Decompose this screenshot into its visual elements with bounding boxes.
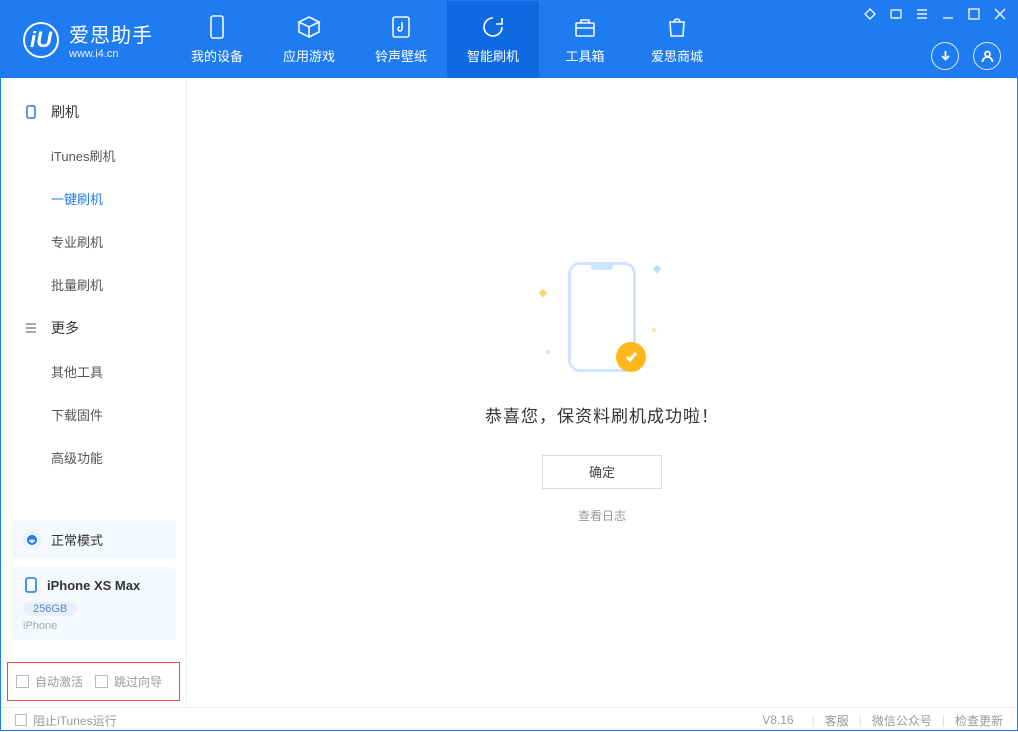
mode-icon — [23, 531, 41, 549]
main-content: 恭喜您，保资料刷机成功啦！ 确定 查看日志 — [187, 78, 1017, 707]
checkbox-auto-activate[interactable]: 自动激活 — [16, 673, 83, 690]
window-controls — [863, 7, 1007, 21]
sidebar-item-batch-flash[interactable]: 批量刷机 — [1, 263, 186, 306]
header-actions — [931, 42, 1001, 70]
success-message: 恭喜您，保资料刷机成功啦！ — [485, 402, 719, 427]
success-illustration — [552, 262, 652, 382]
device-name: iPhone XS Max — [47, 578, 140, 593]
checkbox-icon — [15, 714, 27, 726]
status-bar: 阻止iTunes运行 V8.16 | 客服 | 微信公众号 | 检查更新 — [1, 707, 1017, 732]
app-title: 爱思助手 — [69, 19, 153, 48]
tab-apps-games[interactable]: 应用游戏 — [263, 1, 355, 78]
sidebar-group-more[interactable]: 更多 — [1, 306, 186, 350]
close-icon[interactable] — [993, 7, 1007, 21]
checkbox-icon — [16, 675, 29, 688]
menu-icon[interactable] — [915, 7, 929, 21]
tab-my-device[interactable]: 我的设备 — [171, 1, 263, 78]
app-subtitle: www.i4.cn — [69, 48, 153, 60]
storage-badge: 256GB — [23, 602, 77, 616]
account-button[interactable] — [973, 42, 1001, 70]
device-mode-card[interactable]: 正常模式 — [11, 520, 176, 559]
minimize-icon[interactable] — [941, 7, 955, 21]
download-button[interactable] — [931, 42, 959, 70]
list-icon — [23, 320, 39, 336]
checkbox-icon — [95, 675, 108, 688]
flash-options-highlight: 自动激活 跳过向导 — [7, 662, 180, 701]
tab-smart-flash[interactable]: 智能刷机 — [447, 1, 539, 78]
refresh-icon — [480, 14, 506, 40]
mode-label: 正常模式 — [51, 530, 103, 549]
tab-store[interactable]: 爱思商城 — [631, 1, 723, 78]
sidebar-item-itunes-flash[interactable]: iTunes刷机 — [1, 134, 186, 177]
checkbox-block-itunes[interactable]: 阻止iTunes运行 — [15, 712, 117, 729]
sidebar-group-flash[interactable]: 刷机 — [1, 90, 186, 134]
skin-icon[interactable] — [863, 7, 877, 21]
feedback-icon[interactable] — [889, 7, 903, 21]
logo[interactable]: iU 爱思助手 www.i4.cn — [1, 19, 171, 60]
logo-icon: iU — [23, 22, 59, 58]
app-header: iU 爱思助手 www.i4.cn 我的设备 应用游戏 铃声壁纸 智能刷机 工具… — [1, 1, 1017, 78]
version-label: V8.16 — [762, 713, 793, 727]
view-log-link[interactable]: 查看日志 — [578, 507, 626, 524]
device-card[interactable]: iPhone XS Max 256GB iPhone — [11, 567, 176, 640]
maximize-icon[interactable] — [967, 7, 981, 21]
footer-link-check-update[interactable]: 检查更新 — [955, 712, 1003, 729]
check-badge-icon — [616, 342, 646, 372]
checkbox-skip-guide[interactable]: 跳过向导 — [95, 673, 162, 690]
device-type: iPhone — [23, 620, 164, 632]
device-icon — [204, 14, 230, 40]
bag-icon — [664, 14, 690, 40]
sidebar-item-advanced[interactable]: 高级功能 — [1, 436, 186, 479]
tab-toolbox[interactable]: 工具箱 — [539, 1, 631, 78]
phone-icon — [23, 104, 39, 120]
footer-link-customer-service[interactable]: 客服 — [825, 712, 849, 729]
footer-link-wechat[interactable]: 微信公众号 — [872, 712, 932, 729]
toolbox-icon — [572, 14, 598, 40]
sidebar: 刷机 iTunes刷机 一键刷机 专业刷机 批量刷机 更多 其他工具 下载固件 … — [1, 78, 187, 707]
nav-tabs: 我的设备 应用游戏 铃声壁纸 智能刷机 工具箱 爱思商城 — [171, 1, 723, 78]
sidebar-item-pro-flash[interactable]: 专业刷机 — [1, 220, 186, 263]
sidebar-item-download-firmware[interactable]: 下载固件 — [1, 393, 186, 436]
tab-ringtones-wallpapers[interactable]: 铃声壁纸 — [355, 1, 447, 78]
sidebar-item-other-tools[interactable]: 其他工具 — [1, 350, 186, 393]
music-icon — [388, 14, 414, 40]
device-small-icon — [23, 577, 39, 593]
cube-icon — [296, 14, 322, 40]
ok-button[interactable]: 确定 — [542, 455, 662, 489]
sidebar-item-onekey-flash[interactable]: 一键刷机 — [1, 177, 186, 220]
